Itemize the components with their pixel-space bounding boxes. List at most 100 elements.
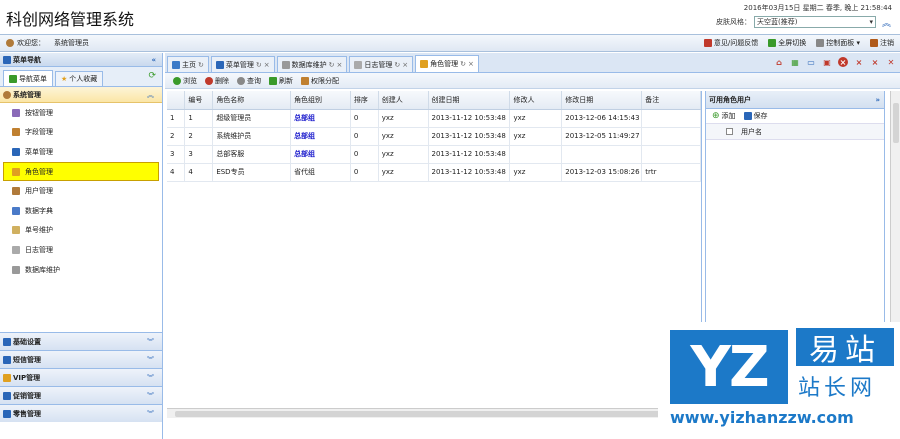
refresh-tab-icon[interactable]: ↻: [460, 60, 466, 68]
add-user-button[interactable]: ⊕ 添加: [712, 111, 736, 121]
close-icon[interactable]: ×: [264, 61, 270, 69]
col-modifier[interactable]: 修改人: [509, 91, 563, 110]
close-all-icon[interactable]: ✕: [886, 57, 896, 67]
col-sort[interactable]: 排序: [350, 91, 379, 110]
horizontal-scrollbar[interactable]: [167, 408, 702, 418]
cell-role-group[interactable]: 总部组: [290, 145, 351, 164]
sidebar-title: 菜单导航 «: [0, 53, 162, 67]
tab-logs[interactable]: 日志管理 ↻ ×: [349, 56, 414, 72]
col-role-group[interactable]: 角色组别: [290, 91, 351, 110]
refresh-icon[interactable]: ⟳: [148, 71, 156, 81]
table-row[interactable]: 2 2 系统维护员 总部组 0 yxz 2013-11-12 10:53:48 yxz 2013…: [167, 127, 701, 146]
cell-role-group[interactable]: 总部组: [290, 109, 351, 128]
logout-link[interactable]: 注销: [870, 38, 894, 48]
section-vip[interactable]: VIP管理 ︾: [0, 368, 162, 386]
tab-home-label: 主页: [182, 60, 196, 69]
col-created[interactable]: 创建日期: [428, 91, 511, 110]
col-remark[interactable]: 备注: [641, 91, 701, 110]
cell-created: 2013-11-12 10:53:48: [428, 127, 511, 146]
tab-logs-label: 日志管理: [364, 60, 393, 69]
cell-role-group[interactable]: 总部组: [290, 127, 351, 146]
row-number: 4: [167, 163, 186, 182]
tab-favorites-label: 个人收藏: [69, 75, 98, 83]
control-panel-link[interactable]: 控制面板 ▾: [816, 38, 860, 48]
close-icon[interactable]: ×: [402, 61, 408, 69]
tab-roles[interactable]: 角色管理 ↻ ×: [415, 55, 479, 72]
sidebar-item-label: 按钮管理: [25, 108, 53, 117]
permission-button[interactable]: 权限分配: [301, 76, 339, 86]
select-all-checkbox[interactable]: [726, 128, 733, 135]
sidebar-item-order-numbers[interactable]: 单号维护: [0, 221, 162, 241]
col-role-name[interactable]: 角色名称: [212, 91, 292, 110]
table-row[interactable]: 1 1 超级管理员 总部组 0 yxz 2013-11-12 10:53:48 yxz 2013…: [167, 109, 701, 128]
delete-button[interactable]: 删除: [205, 76, 229, 86]
tab-nav-menu-label: 导航菜单: [19, 74, 47, 83]
tile-icon[interactable]: ▦: [790, 57, 800, 67]
refresh-tab-icon[interactable]: ↻: [198, 61, 204, 69]
skin-select[interactable]: 天空蓝(推荐): [754, 16, 876, 28]
tab-database[interactable]: 数据库维护 ↻ ×: [276, 56, 348, 72]
restore-icon[interactable]: ▣: [822, 57, 832, 67]
table-row[interactable]: 4 4 ESD专员 省代组 0 yxz 2013-11-12 10:53:48 yxz 2013…: [167, 163, 701, 182]
refresh-tab-icon[interactable]: ↻: [394, 61, 400, 69]
scroll-thumb[interactable]: [175, 411, 695, 417]
cell-role-group[interactable]: 省代组: [290, 163, 351, 182]
window-icon[interactable]: ▭: [806, 57, 816, 67]
tab-menus[interactable]: 菜单管理 ↻ ×: [210, 56, 275, 72]
close-icon[interactable]: ×: [468, 60, 474, 68]
feedback-link[interactable]: 意见/问题反馈: [703, 38, 758, 48]
sidebar-item-label: 数据库维护: [25, 265, 60, 274]
refresh-tab-icon[interactable]: ↻: [256, 61, 262, 69]
welcome: 欢迎您： 系统管理员: [6, 38, 89, 48]
collapse-sidebar-icon[interactable]: «: [151, 56, 156, 64]
col-creator[interactable]: 创建人: [378, 91, 429, 110]
collapse-panel-icon[interactable]: »: [875, 96, 880, 104]
fullscreen-label: 全屏切换: [778, 39, 807, 47]
sidebar-title-label: 菜单导航: [13, 55, 41, 64]
section-retail[interactable]: 零售管理 ︾: [0, 404, 162, 422]
app-title: 科创网络管理系统: [6, 10, 135, 29]
col-modified[interactable]: 修改日期: [561, 91, 643, 110]
scroll-thumb[interactable]: [893, 103, 899, 143]
sidebar-item-label: 数据字典: [25, 206, 53, 215]
section-promotion[interactable]: 促销管理 ︾: [0, 386, 162, 404]
sidebar-item-fields[interactable]: 字段管理: [0, 123, 162, 143]
cell-remark: [641, 145, 701, 164]
refresh-tab-icon[interactable]: ↻: [329, 61, 335, 69]
home-icon[interactable]: ⌂: [774, 57, 784, 67]
search-button[interactable]: 查询: [237, 76, 261, 86]
sidebar-item-menus[interactable]: 菜单管理: [0, 142, 162, 162]
col-id[interactable]: 编号: [184, 91, 214, 110]
close-icon[interactable]: ×: [337, 61, 343, 69]
refresh-button[interactable]: 刷新: [269, 76, 293, 86]
fullscreen-link[interactable]: 全屏切换: [768, 38, 806, 48]
plus-icon: ⊕: [712, 111, 720, 121]
close-others-icon[interactable]: ×: [870, 57, 880, 67]
tab-nav-menu[interactable]: 导航菜单: [3, 70, 53, 86]
sidebar-item-roles[interactable]: 角色管理: [3, 161, 159, 182]
view-button[interactable]: 浏览: [173, 76, 197, 86]
tab-favorites[interactable]: ★ 个人收藏: [55, 71, 104, 86]
close-circle-icon[interactable]: ×: [838, 57, 848, 67]
save-button[interactable]: 保存: [743, 111, 768, 121]
sidebar-item-buttons[interactable]: 按钮管理: [0, 103, 162, 123]
section-system[interactable]: 系统管理 ︽: [0, 87, 162, 103]
section-basic[interactable]: 基础设置 ︾: [0, 332, 162, 350]
table-row[interactable]: 3 3 总部客服 总部组 0 yxz 2013-11-12 10:53:48: [167, 145, 701, 164]
sidebar-item-database[interactable]: 数据库维护: [0, 260, 162, 280]
sidebar-item-dictionary[interactable]: 数据字典: [0, 201, 162, 221]
tab-home[interactable]: 主页 ↻: [167, 56, 209, 72]
close-tab-icon[interactable]: ×: [854, 57, 864, 67]
sidebar-item-label: 字段管理: [25, 128, 53, 137]
chevron-down-icon: ︾: [147, 337, 154, 346]
sidebar-item-users[interactable]: 用户管理: [0, 181, 162, 201]
refresh-icon: [269, 76, 277, 85]
collapse-header-icon[interactable]: ︽: [882, 16, 891, 29]
section-sms[interactable]: 短信管理 ︾: [0, 350, 162, 368]
cell-modifier: yxz: [509, 109, 563, 128]
cell-creator: yxz: [378, 145, 429, 164]
log-icon: [12, 245, 20, 254]
system-icon: [3, 90, 11, 99]
sidebar-item-logs[interactable]: 日志管理: [0, 240, 162, 260]
user-icon: [6, 39, 14, 47]
